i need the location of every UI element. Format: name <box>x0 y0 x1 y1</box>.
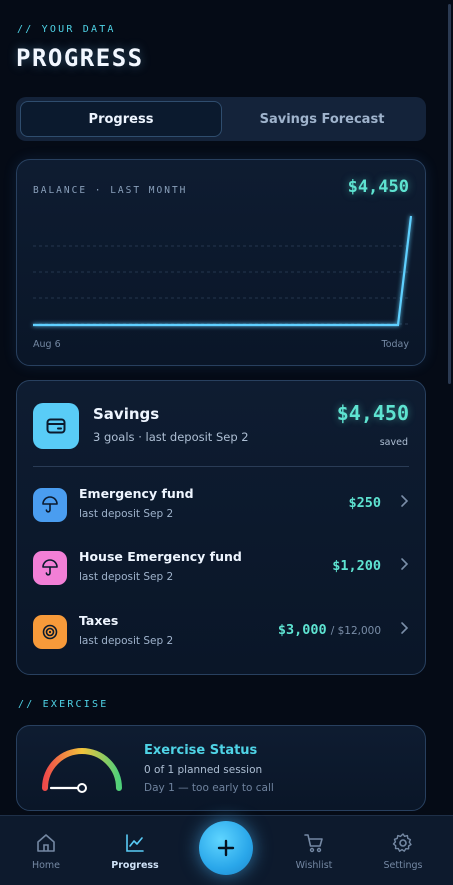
goal-row-house-emergency-fund[interactable]: House Emergency fund last deposit Sep 2 … <box>17 539 427 595</box>
tab-label: Settings <box>383 860 423 871</box>
tab-savings-forecast[interactable]: Savings Forecast <box>222 101 422 137</box>
goal-name: House Emergency fund <box>79 549 242 564</box>
x-tick-start: Aug 6 <box>33 339 61 350</box>
x-tick-end: Today <box>381 339 409 350</box>
chevron-right-icon <box>401 558 409 570</box>
savings-caption: saved <box>379 437 408 448</box>
series-line <box>33 215 413 327</box>
goal-amounts: $3,000 / $12,000 <box>278 622 381 638</box>
cart-icon <box>304 834 323 853</box>
goal-subtitle: last deposit Sep 2 <box>79 508 174 520</box>
goal-row-taxes[interactable]: Taxes last deposit Sep 2 $3,000 / $12,00… <box>17 603 427 659</box>
goal-subtitle: last deposit Sep 2 <box>79 571 174 583</box>
page-title: PROGRESS <box>16 44 144 72</box>
goal-name: Emergency fund <box>79 486 194 501</box>
goal-amount: $1,200 <box>332 558 381 574</box>
segmented-control: Progress Savings Forecast <box>16 97 426 141</box>
divider <box>33 466 409 467</box>
balance-chart-card: BALANCE · LAST MONTH $4,450 Aug 6 Today <box>16 159 426 366</box>
add-button[interactable] <box>199 821 253 875</box>
exercise-subtitle: 0 of 1 planned session <box>144 764 263 776</box>
tab-wishlist[interactable]: Wishlist <box>279 816 349 885</box>
goal-target: / $12,000 <box>330 625 381 637</box>
goal-amounts: $250 <box>348 495 381 511</box>
exercise-title: Exercise Status <box>144 743 258 758</box>
tab-label: Progress <box>111 860 159 871</box>
goal-subtitle: last deposit Sep 2 <box>79 635 174 647</box>
tab-settings[interactable]: Settings <box>368 816 438 885</box>
goal-name: Taxes <box>79 613 119 628</box>
savings-amount: $4,450 <box>336 401 409 425</box>
exercise-note: Day 1 — too early to call <box>144 782 274 794</box>
progress-screen: // YOUR DATA PROGRESS Progress Savings F… <box>0 0 453 885</box>
tab-label: Home <box>31 860 61 871</box>
tab-home[interactable]: Home <box>11 816 81 885</box>
umbrella-icon <box>33 488 67 522</box>
goal-amount: $3,000 <box>277 622 327 638</box>
goal-row-emergency-fund[interactable]: Emergency fund last deposit Sep 2 $250 <box>17 476 427 532</box>
umbrella-icon <box>33 551 67 585</box>
plus-icon <box>217 839 235 857</box>
goal-amount: $250 <box>348 495 381 511</box>
scrollbar[interactable] <box>448 4 451 384</box>
tab-label: Wishlist <box>295 860 333 871</box>
balance-line-chart <box>33 215 413 327</box>
chart-icon <box>126 834 144 852</box>
wallet-icon <box>33 403 79 449</box>
savings-title: Savings <box>93 405 160 423</box>
goal-amounts: $1,200 <box>332 558 381 574</box>
savings-subtitle: 3 goals · last deposit Sep 2 <box>93 430 249 444</box>
page-eyebrow: // YOUR DATA <box>17 24 116 35</box>
savings-card: Savings 3 goals · last deposit Sep 2 $4,… <box>16 380 426 675</box>
chevron-right-icon <box>401 495 409 507</box>
tab-progress[interactable]: Progress <box>20 101 222 137</box>
tab-progress-nav[interactable]: Progress <box>100 816 170 885</box>
chart-grid <box>33 245 411 325</box>
gear-icon <box>392 833 412 852</box>
exercise-card[interactable]: Exercise Status 0 of 1 planned session D… <box>16 725 426 811</box>
target-icon <box>33 615 67 649</box>
home-icon <box>37 834 55 852</box>
gauge-icon <box>42 748 122 793</box>
section-label-exercise: // EXERCISE <box>18 699 109 710</box>
chevron-right-icon <box>401 622 409 634</box>
